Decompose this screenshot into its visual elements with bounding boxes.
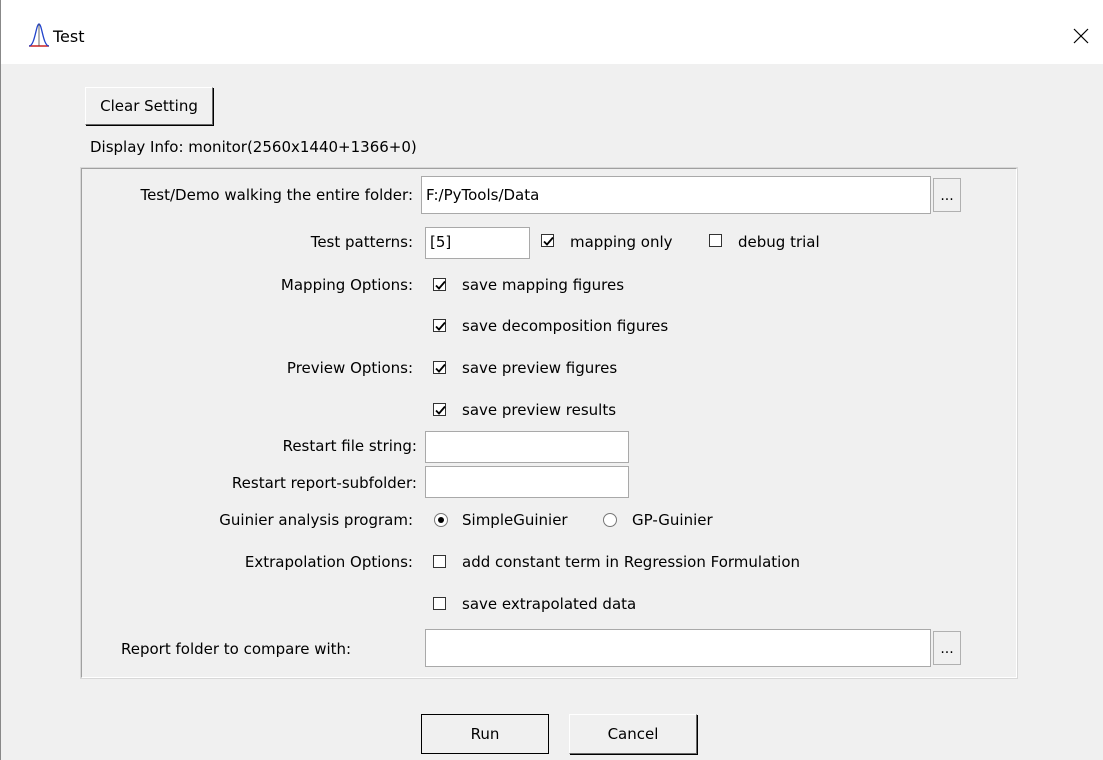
title-bar: Test <box>1 8 1103 64</box>
clear-setting-button[interactable]: Clear Setting <box>85 87 213 125</box>
save-mapping-figures-label: save mapping figures <box>462 276 625 294</box>
preview-options-label: Preview Options: <box>286 359 413 377</box>
save-decomposition-figures-label: save decomposition figures <box>462 317 669 335</box>
folder-label: Test/Demo walking the entire folder: <box>140 186 413 204</box>
gp-guinier-label: GP-Guinier <box>632 511 713 529</box>
save-extrapolated-label: save extrapolated data <box>462 595 637 613</box>
checkmark-icon <box>435 363 446 373</box>
add-constant-term-label: add constant term in Regression Formulat… <box>462 553 801 571</box>
report-folder-label: Report folder to compare with: <box>121 640 352 658</box>
checkmark-icon <box>435 321 446 331</box>
save-preview-figures-label: save preview figures <box>462 359 618 377</box>
guinier-label: Guinier analysis program: <box>219 511 413 529</box>
save-preview-figures-checkbox[interactable] <box>433 361 446 374</box>
mapping-only-label: mapping only <box>570 233 673 251</box>
close-icon[interactable] <box>1067 22 1095 50</box>
restart-file-label: Restart file string: <box>282 437 417 455</box>
window-title: Test <box>53 27 85 46</box>
restart-file-input[interactable] <box>425 431 629 463</box>
peak-curve-icon <box>28 23 50 47</box>
save-extrapolated-checkbox[interactable] <box>433 597 446 610</box>
radio-simpleguinier[interactable] <box>434 513 448 527</box>
debug-trial-label: debug trial <box>738 233 820 251</box>
extrapolation-options-label: Extrapolation Options: <box>244 553 413 571</box>
report-folder-input[interactable] <box>425 629 931 667</box>
browse-report-folder-button[interactable]: ... <box>933 631 961 665</box>
simpleguinier-label: SimpleGuinier <box>462 511 568 529</box>
restart-report-label: Restart report-subfolder: <box>231 474 417 492</box>
test-dialog-window: Test Clear Setting Display Info: monitor… <box>0 0 1103 760</box>
mapping-options-label: Mapping Options: <box>280 276 413 294</box>
display-info: Display Info: monitor(2560x1440+1366+0) <box>90 138 417 156</box>
folder-input[interactable]: F:/PyTools/Data <box>421 176 931 214</box>
browse-folder-button[interactable]: ... <box>933 178 961 212</box>
save-decomposition-figures-checkbox[interactable] <box>433 319 446 332</box>
run-button[interactable]: Run <box>421 714 549 754</box>
radio-gp-guinier[interactable] <box>603 513 617 527</box>
save-preview-results-checkbox[interactable] <box>433 403 446 416</box>
checkmark-icon <box>435 280 446 290</box>
restart-report-input[interactable] <box>425 466 629 498</box>
save-mapping-figures-checkbox[interactable] <box>433 278 446 291</box>
radio-selected-dot <box>438 517 444 523</box>
patterns-label: Test patterns: <box>310 233 413 251</box>
cancel-button[interactable]: Cancel <box>569 714 697 754</box>
patterns-input[interactable]: [5] <box>425 227 530 259</box>
checkmark-icon <box>543 236 554 246</box>
debug-trial-checkbox[interactable] <box>709 234 722 247</box>
mapping-only-checkbox[interactable] <box>541 234 554 247</box>
save-preview-results-label: save preview results <box>462 401 617 419</box>
add-constant-term-checkbox[interactable] <box>433 555 446 568</box>
checkmark-icon <box>435 405 446 415</box>
